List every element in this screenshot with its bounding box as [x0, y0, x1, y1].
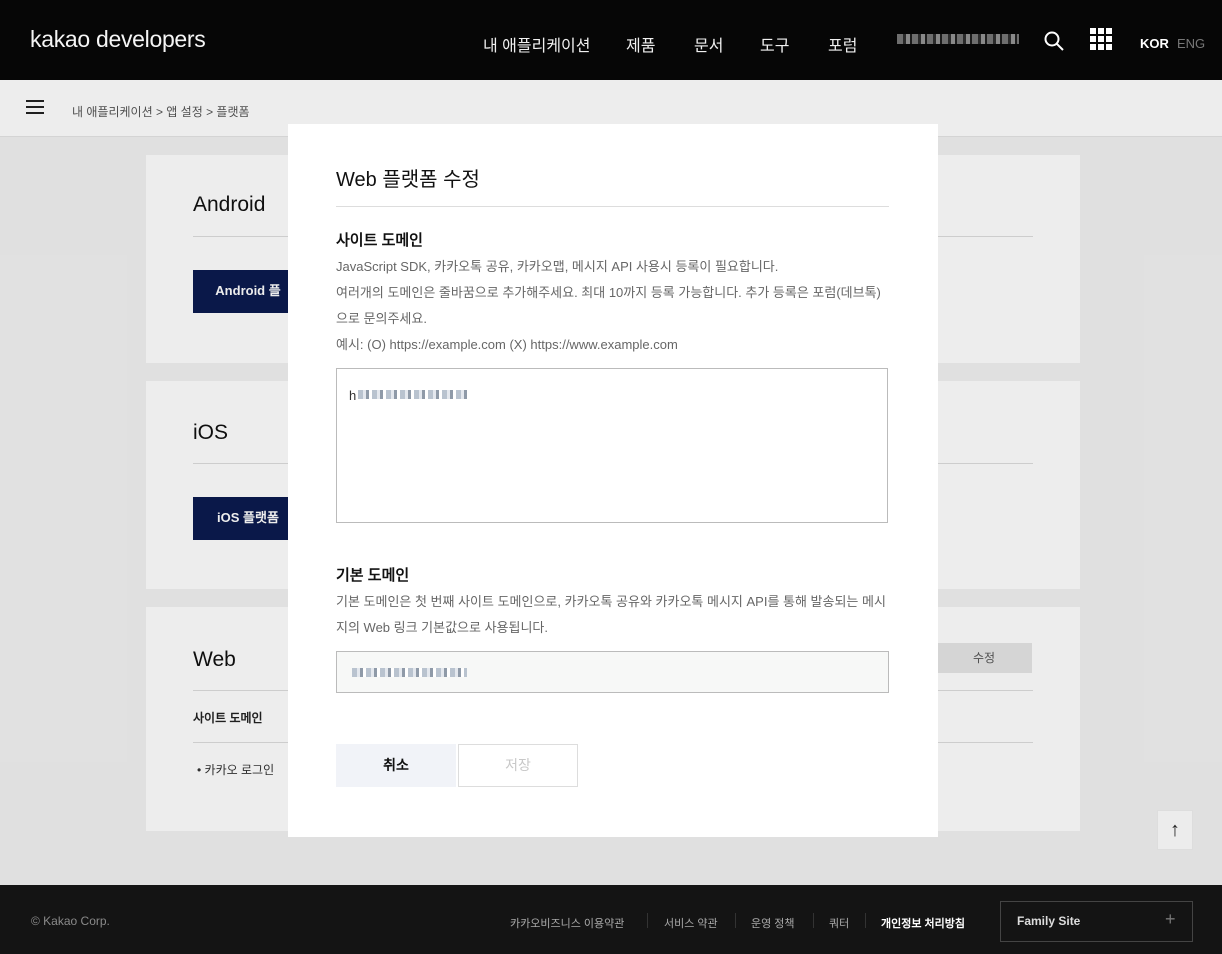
nav-forum[interactable]: 포럼 [828, 32, 857, 56]
nav-docs[interactable]: 문서 [694, 32, 723, 56]
copyright: © Kakao Corp. [31, 914, 110, 928]
footer-link-privacy-policy[interactable]: 개인정보 처리방침 [881, 915, 965, 931]
lang-kor[interactable]: KOR [1140, 36, 1169, 51]
footer-link-quota[interactable]: 쿼터 [829, 915, 849, 931]
save-button[interactable]: 저장 [458, 744, 578, 787]
footer-link-service-terms[interactable]: 서비스 약관 [664, 915, 718, 931]
divider [813, 913, 814, 928]
nav-my-application[interactable]: 내 애플리케이션 [483, 32, 591, 56]
cancel-button[interactable]: 취소 [336, 744, 456, 787]
nav-tools[interactable]: 도구 [760, 32, 789, 56]
site-domain-description: JavaScript SDK, 카카오톡 공유, 카카오맵, 메시지 API 사… [336, 259, 881, 352]
base-domain-title: 기본 도메인 [336, 567, 410, 584]
family-site-label: Family Site [1017, 914, 1081, 928]
apps-grid-icon[interactable] [1090, 28, 1112, 50]
base-domain-description: 기본 도메인은 첫 번째 사이트 도메인으로, 카카오톡 공유와 카카오톡 메시… [336, 594, 886, 635]
site-domain-value-redacted [358, 390, 470, 399]
user-account-redacted[interactable] [897, 34, 1019, 44]
footer-link-business-terms[interactable]: 카카오비즈니스 이용약관 [510, 915, 624, 931]
divider [647, 913, 648, 928]
scroll-to-top-button[interactable]: ↑ [1157, 810, 1193, 850]
lang-eng[interactable]: ENG [1177, 36, 1205, 51]
divider [865, 913, 866, 928]
modal-title: Web 플랫폼 수정 [336, 169, 480, 191]
plus-icon: + [1165, 909, 1176, 929]
footer-link-operation-policy[interactable]: 운영 정책 [751, 915, 795, 931]
base-domain-value-redacted [352, 668, 467, 677]
kakao-developers-logo[interactable]: kakao developers [30, 26, 206, 53]
search-icon[interactable] [1044, 31, 1064, 51]
divider [336, 206, 889, 207]
divider [735, 913, 736, 928]
nav-products[interactable]: 제품 [626, 32, 655, 56]
site-domain-value-prefix: h [349, 388, 357, 403]
site-domain-title: 사이트 도메인 [336, 232, 423, 249]
